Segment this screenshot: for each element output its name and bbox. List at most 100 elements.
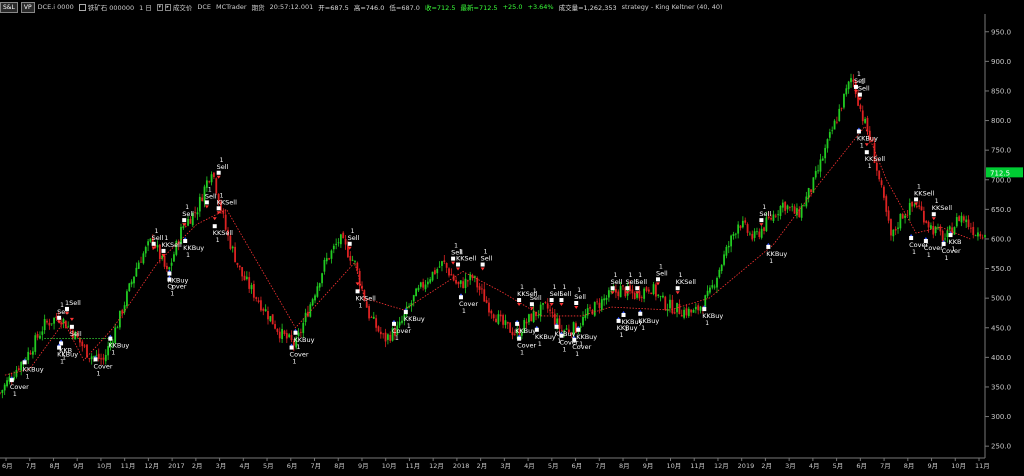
signal-dot [456,262,461,267]
dropdown-icon[interactable]: ▾ [156,3,163,11]
candle-body [654,284,657,297]
signal-dot [22,360,27,365]
x-tick-label: 2月 [477,462,488,470]
signal-label: KKBuy [617,324,638,332]
candle-body [351,259,354,261]
trade-line [4,125,971,376]
signal-qty: 1 [575,351,579,358]
signal-label: Cover [94,362,113,370]
chart-svg[interactable]: 250.0 300.0 350.0 400.0 450.0 500.0 550.0 600.0… [0,14,1024,472]
candle-body [426,281,429,285]
candle-body [314,295,316,301]
low-value: 低=687.0 [389,4,420,12]
signal-qty: 1 [861,79,865,86]
candle-body [969,227,972,229]
signal-label: Sell [559,290,571,298]
vp-button[interactable]: VP [20,1,35,13]
signal-qty: 1 [857,71,861,78]
candle-body [967,219,970,228]
signal-qty: 1 [935,198,939,205]
candle-body [339,234,342,245]
candle-body [443,260,446,262]
signal-qty: 1 [26,373,30,380]
x-tick-label: 8月 [334,462,345,470]
candle-body [551,312,554,314]
candle-body [328,258,331,260]
sl-button[interactable]: S&L [0,1,18,13]
x-tick-label: 8月 [619,462,630,470]
candle-body [236,262,239,265]
candle-body [711,285,714,288]
signal-qty: 1 [769,258,773,265]
signal-qty: 1 [60,359,64,366]
signal-dot [616,318,621,323]
x-tick-label: 6月 [287,462,298,470]
candle-body [845,88,848,95]
candle-body [977,232,979,237]
candle-body [32,351,34,355]
x-tick-label: 2月 [761,462,772,470]
candle-body [104,354,107,362]
candle-body [723,254,725,265]
candle-body [250,285,253,290]
candle-body [911,201,914,207]
candle-body [640,297,643,299]
candle-body [749,233,751,235]
x-tick-label: 4月 [809,462,820,470]
candle-body [730,235,733,247]
candle-body [944,238,946,240]
candle-body [697,305,700,311]
signal-label: KKBuy [702,312,723,320]
y-tick-label: 550.0 [991,265,1011,273]
signal-dot [161,248,166,253]
candle-body [283,330,286,335]
candle-body [46,320,48,323]
candle-body [389,334,392,341]
signal-dot [289,345,294,350]
candle-body [182,226,185,229]
expand-icon[interactable]: ▸ [164,3,171,11]
signal-dot [458,295,463,300]
candle-body [920,206,923,211]
signal-qty: 1 [13,391,17,398]
candle-body [224,214,227,230]
candle-body [817,170,819,172]
candle-body [276,328,279,332]
y-tick-label: 450.0 [991,324,1011,332]
last-price-label: 712.5 [990,169,1010,177]
candle-body [243,275,246,281]
candle-body [354,260,356,262]
candle-body [189,219,192,224]
candle-body [483,289,486,302]
signal-dot [625,286,630,291]
candle-body [692,309,695,313]
signal-dot [216,206,221,211]
candle-body [530,313,533,322]
high-value: 高=746.0 [353,4,385,12]
candle-body [875,162,878,171]
signal-label: Cover [167,282,186,290]
signal-label: Sell [611,278,623,286]
candle-body [377,326,380,332]
x-tick-label: 7月 [595,462,606,470]
candle-body [946,230,949,238]
signal-qty: 1 [359,302,363,309]
candle-body [770,218,772,220]
candle-body [598,302,601,309]
candle-body [196,212,199,215]
checkbox-icon[interactable] [78,3,86,11]
candle-body [281,328,284,340]
y-tick-label: 750.0 [991,147,1011,155]
candle-body [821,158,824,161]
signal-dot [216,170,221,175]
candle-body [617,291,620,297]
x-tick-label: 12月 [714,462,729,470]
signal-qty: 1 [562,284,566,291]
candle-body [288,334,291,338]
candle-body [718,269,721,278]
price-chart[interactable]: 250.0 300.0 350.0 400.0 450.0 500.0 550.0 600.0… [0,14,1024,472]
candle-body [337,242,340,244]
signal-marker [212,217,217,221]
signal-label: KKSell [162,241,182,249]
candle-body [466,280,469,282]
